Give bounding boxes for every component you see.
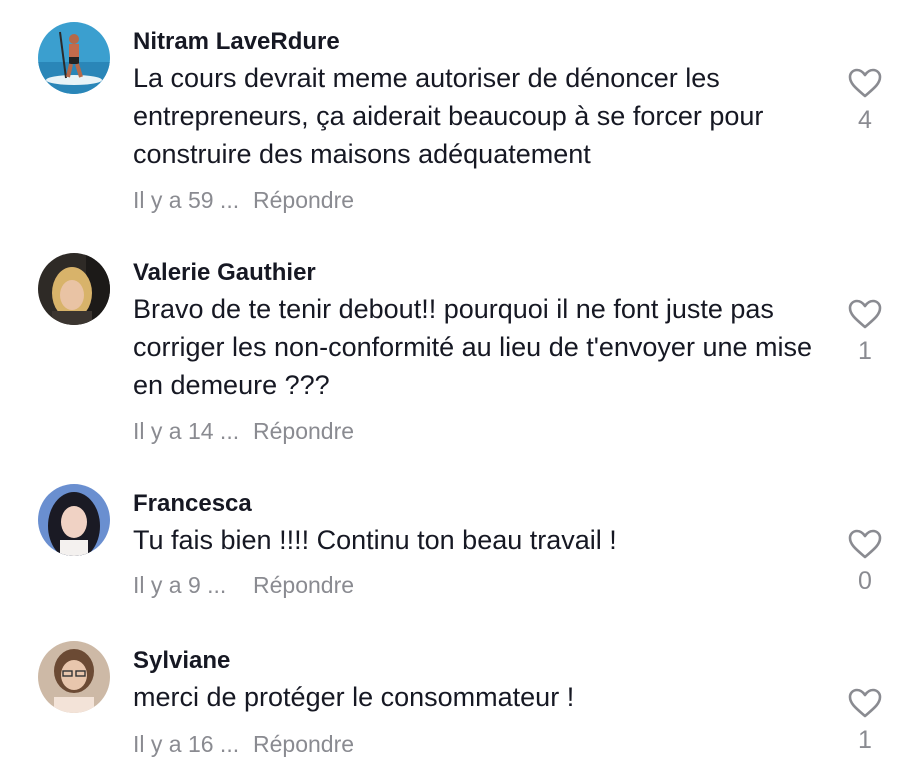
comment-text: Tu fais bien !!!! Continu ton beau trava… bbox=[133, 525, 617, 555]
like-count: 1 bbox=[858, 726, 872, 754]
avatar[interactable] bbox=[38, 253, 110, 325]
comment-meta: Il y a 59 ... Répondre bbox=[133, 187, 354, 214]
heart-outline-icon bbox=[848, 299, 882, 329]
comment-timestamp: Il y a 9 ... bbox=[133, 572, 227, 598]
comment-text: Bravo de te tenir debout!! pourquoi il n… bbox=[133, 294, 812, 400]
comment-timestamp: Il y a 16 ... bbox=[133, 731, 240, 757]
comment-author[interactable]: Sylviane bbox=[133, 647, 230, 675]
reply-button[interactable]: Répondre bbox=[253, 187, 354, 214]
like-button[interactable]: 0 bbox=[843, 529, 887, 596]
heart-outline-icon bbox=[848, 688, 882, 718]
comment-author[interactable]: Francesca bbox=[133, 490, 252, 518]
like-button[interactable]: 4 bbox=[843, 68, 887, 135]
comment-meta: Il y a 16 ... Répondre bbox=[133, 731, 354, 758]
reply-button[interactable]: Répondre bbox=[253, 572, 354, 599]
heart-outline-icon bbox=[848, 529, 882, 559]
comment-meta: Il y a 14 ... Répondre bbox=[133, 418, 354, 445]
avatar[interactable] bbox=[38, 484, 110, 556]
comment-timestamp: Il y a 59 ... bbox=[133, 187, 240, 213]
like-button[interactable]: 1 bbox=[843, 688, 887, 755]
avatar[interactable] bbox=[38, 641, 110, 713]
comment-author[interactable]: Valerie Gauthier bbox=[133, 259, 316, 287]
reply-button[interactable]: Répondre bbox=[253, 731, 354, 758]
heart-outline-icon bbox=[848, 68, 882, 98]
like-count: 4 bbox=[858, 106, 872, 134]
comment-timestamp: Il y a 14 ... bbox=[133, 418, 240, 444]
like-count: 0 bbox=[858, 567, 872, 595]
comment-meta: Il y a 9 ... Répondre bbox=[133, 572, 354, 599]
comment-text: merci de protéger le consommateur ! bbox=[133, 682, 575, 712]
avatar[interactable] bbox=[38, 22, 110, 94]
like-button[interactable]: 1 bbox=[843, 299, 887, 366]
like-count: 1 bbox=[858, 337, 872, 365]
comment-author[interactable]: Nitram LaveRdure bbox=[133, 28, 340, 56]
comment-text: La cours devrait meme autoriser de dénon… bbox=[133, 63, 764, 169]
reply-button[interactable]: Répondre bbox=[253, 418, 354, 445]
